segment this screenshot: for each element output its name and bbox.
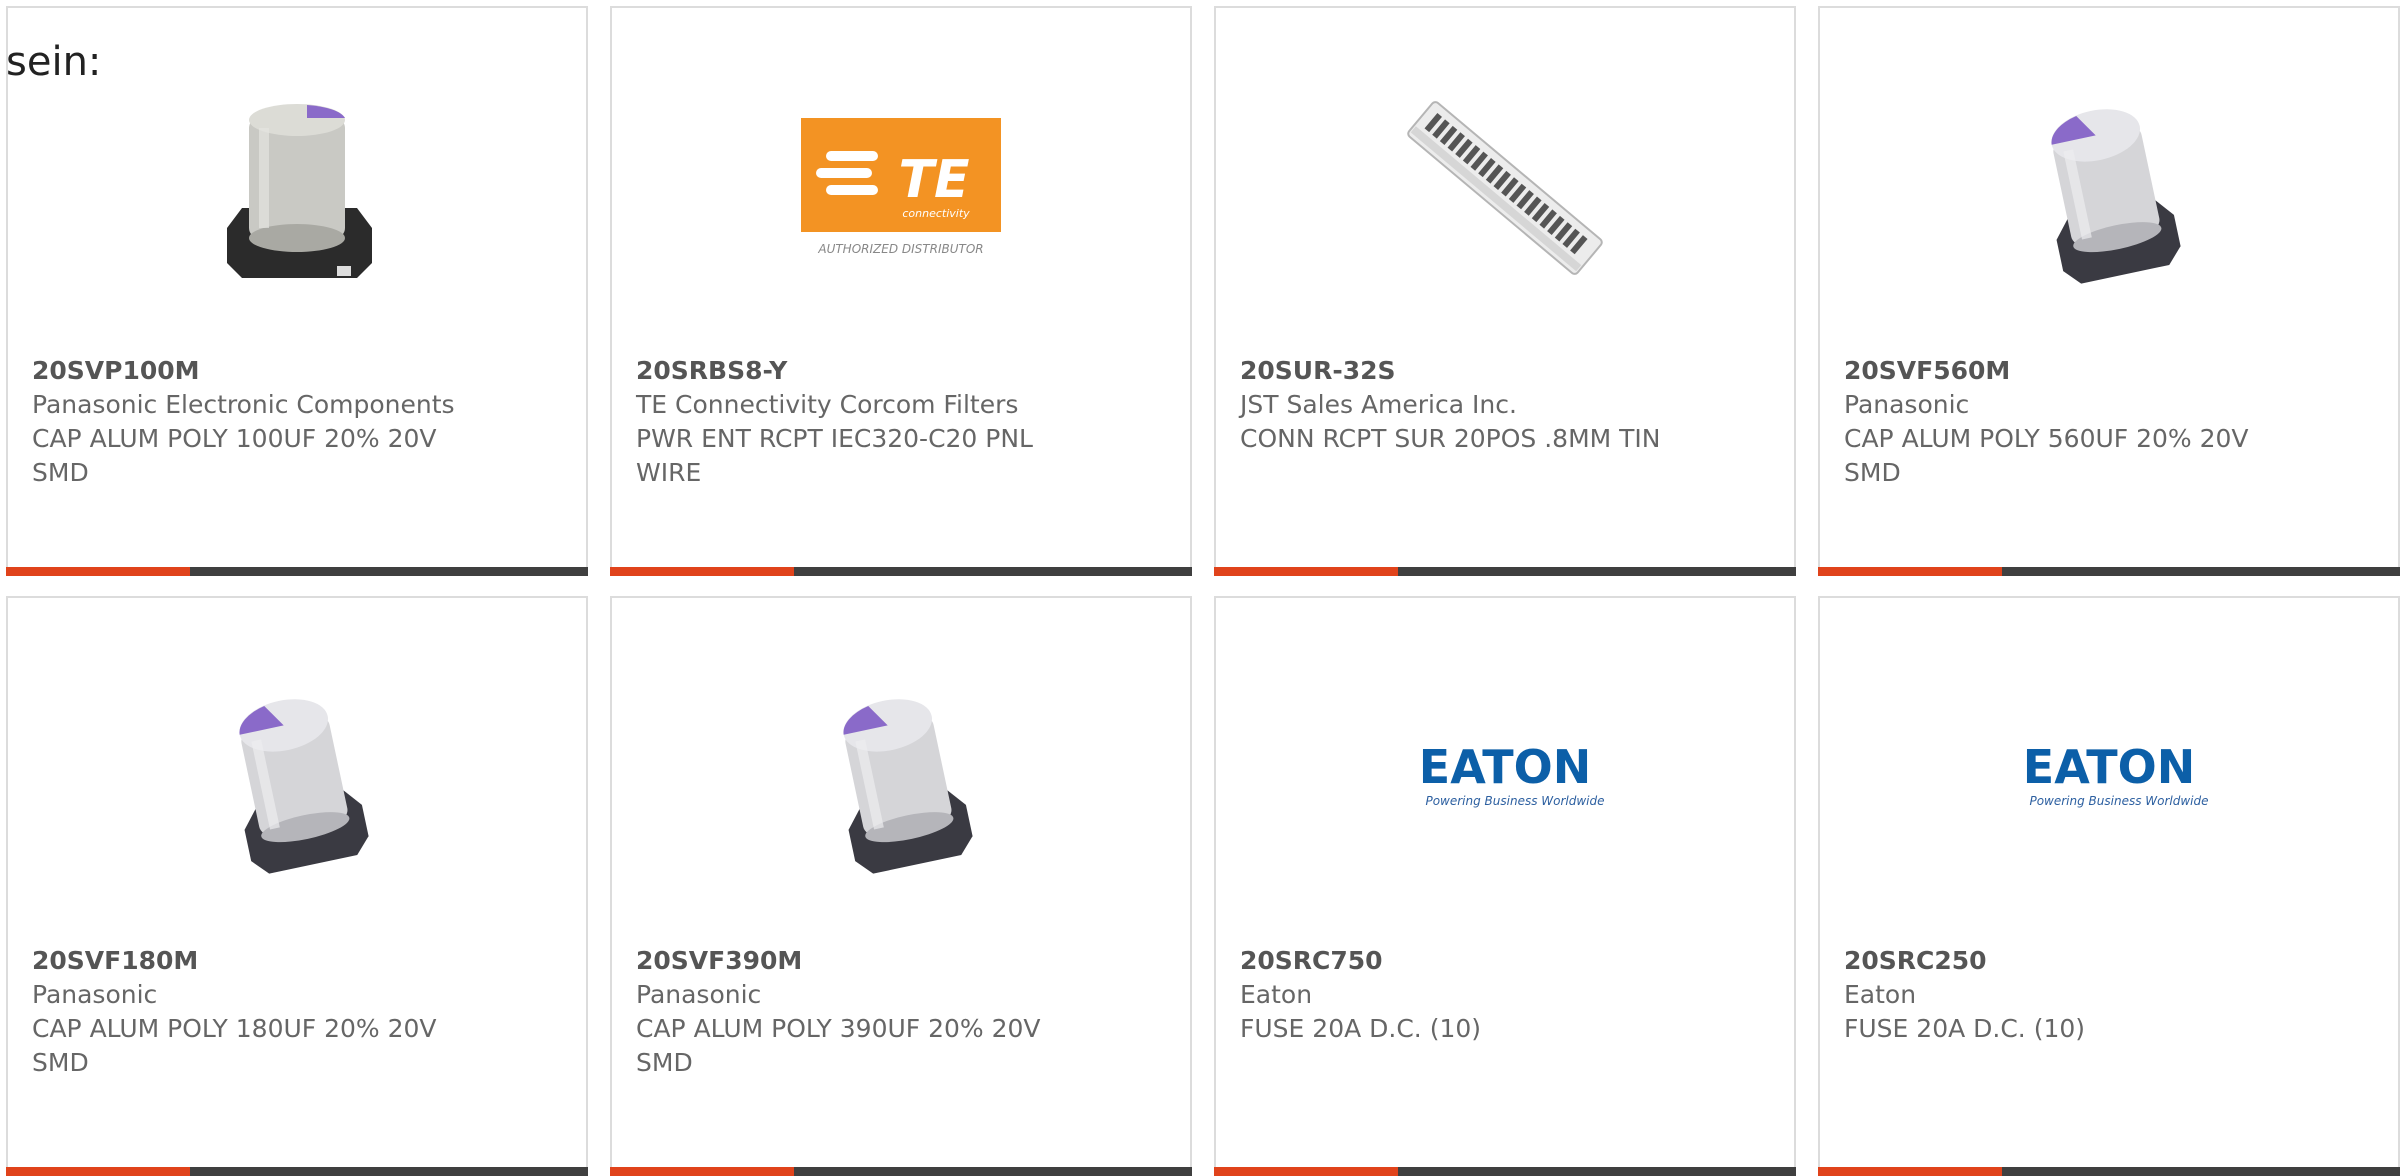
card-accent	[6, 1167, 190, 1176]
product-card[interactable]: 20SVF390M Panasonic CAP ALUM POLY 390UF …	[610, 596, 1192, 1176]
part-number[interactable]: 20SVF390M	[636, 944, 1166, 978]
manufacturer: Eaton	[1844, 980, 1917, 1009]
part-number[interactable]: 20SVP100M	[32, 354, 562, 388]
product-image[interactable]: EATON Powering Business Worldwide	[1820, 658, 2398, 898]
eaton-logo: EATON Powering Business Worldwide	[1419, 740, 1605, 808]
product-card[interactable]: 20SUR-32S JST Sales America Inc. CONN RC…	[1214, 6, 1796, 576]
card-accent	[610, 1167, 794, 1176]
card-bottom-bar	[6, 567, 588, 576]
card-bottom-bar	[610, 1167, 1192, 1176]
eaton-logo-subtext: Powering Business Worldwide	[2029, 794, 2208, 808]
product-image[interactable]: TE connectivity AUTHORIZED DISTRIBUTOR	[612, 68, 1190, 308]
intro-text: sein:	[6, 39, 102, 85]
card-bottom-bar	[1818, 567, 2400, 576]
manufacturer: Panasonic Electronic Components	[32, 390, 455, 419]
product-card[interactable]: 20SVF180M Panasonic CAP ALUM POLY 180UF …	[6, 596, 588, 1176]
product-image[interactable]: EATON Powering Business Worldwide	[1216, 658, 1794, 898]
card-bottom-bar	[1214, 1167, 1796, 1176]
description: CAP ALUM POLY 100UF 20% 20V SMD	[32, 424, 437, 487]
te-logo-text: TE	[899, 150, 970, 210]
part-number[interactable]: 20SRC250	[1844, 944, 2374, 978]
eaton-logo-text: EATON	[1419, 740, 1591, 794]
product-grid: 20SVP100M Panasonic Electronic Component…	[0, 0, 2400, 1176]
manufacturer: Panasonic	[1844, 390, 1970, 419]
part-number[interactable]: 20SVF180M	[32, 944, 562, 978]
te-connectivity-logo: TE connectivity AUTHORIZED DISTRIBUTOR	[801, 118, 1001, 256]
part-number[interactable]: 20SUR-32S	[1240, 354, 1770, 388]
product-card[interactable]: EATON Powering Business Worldwide 20SRC7…	[1214, 596, 1796, 1176]
manufacturer: Eaton	[1240, 980, 1313, 1009]
manufacturer: Panasonic	[32, 980, 158, 1009]
te-logo-subtext: connectivity	[902, 207, 970, 220]
capacitor-silver-icon	[843, 699, 973, 874]
description: FUSE 20A D.C. (10)	[1240, 1014, 1482, 1043]
description: CAP ALUM POLY 180UF 20% 20V SMD	[32, 1014, 437, 1077]
connector-strip-icon	[1407, 101, 1603, 275]
description: CAP ALUM POLY 390UF 20% 20V SMD	[636, 1014, 1041, 1077]
card-bottom-bar	[610, 567, 1192, 576]
product-image[interactable]	[1820, 68, 2398, 308]
manufacturer: JST Sales America Inc.	[1240, 390, 1517, 419]
capacitor-gray-icon	[227, 104, 372, 278]
description: CONN RCPT SUR 20POS .8MM TIN	[1240, 424, 1661, 453]
description: PWR ENT RCPT IEC320-C20 PNL WIRE	[636, 424, 1033, 487]
card-bottom-bar	[1818, 1167, 2400, 1176]
te-logo-caption: AUTHORIZED DISTRIBUTOR	[817, 242, 983, 256]
card-accent	[610, 567, 794, 576]
card-accent	[1818, 1167, 2002, 1176]
capacitor-silver-icon	[2051, 109, 2181, 284]
product-image[interactable]	[8, 658, 586, 898]
product-card[interactable]: TE connectivity AUTHORIZED DISTRIBUTOR 2…	[610, 6, 1192, 576]
product-card[interactable]: 20SVF560M Panasonic CAP ALUM POLY 560UF …	[1818, 6, 2400, 576]
product-image[interactable]	[1216, 68, 1794, 308]
eaton-logo-text: EATON	[2023, 740, 2195, 794]
product-image[interactable]	[612, 658, 1190, 898]
eaton-logo-subtext: Powering Business Worldwide	[1425, 794, 1604, 808]
part-number[interactable]: 20SRC750	[1240, 944, 1770, 978]
card-bottom-bar	[1214, 567, 1796, 576]
manufacturer: TE Connectivity Corcom Filters	[636, 390, 1019, 419]
product-image[interactable]	[8, 68, 586, 308]
manufacturer: Panasonic	[636, 980, 762, 1009]
part-number[interactable]: 20SRBS8-Y	[636, 354, 1166, 388]
card-accent	[1214, 567, 1398, 576]
capacitor-silver-icon	[239, 699, 369, 874]
card-bottom-bar	[6, 1167, 588, 1176]
card-accent	[1818, 567, 2002, 576]
card-accent	[1214, 1167, 1398, 1176]
eaton-logo: EATON Powering Business Worldwide	[2023, 740, 2209, 808]
product-card[interactable]: EATON Powering Business Worldwide 20SRC2…	[1818, 596, 2400, 1176]
card-accent	[6, 567, 190, 576]
description: CAP ALUM POLY 560UF 20% 20V SMD	[1844, 424, 2249, 487]
description: FUSE 20A D.C. (10)	[1844, 1014, 2086, 1043]
part-number[interactable]: 20SVF560M	[1844, 354, 2374, 388]
product-card[interactable]: 20SVP100M Panasonic Electronic Component…	[6, 6, 588, 576]
